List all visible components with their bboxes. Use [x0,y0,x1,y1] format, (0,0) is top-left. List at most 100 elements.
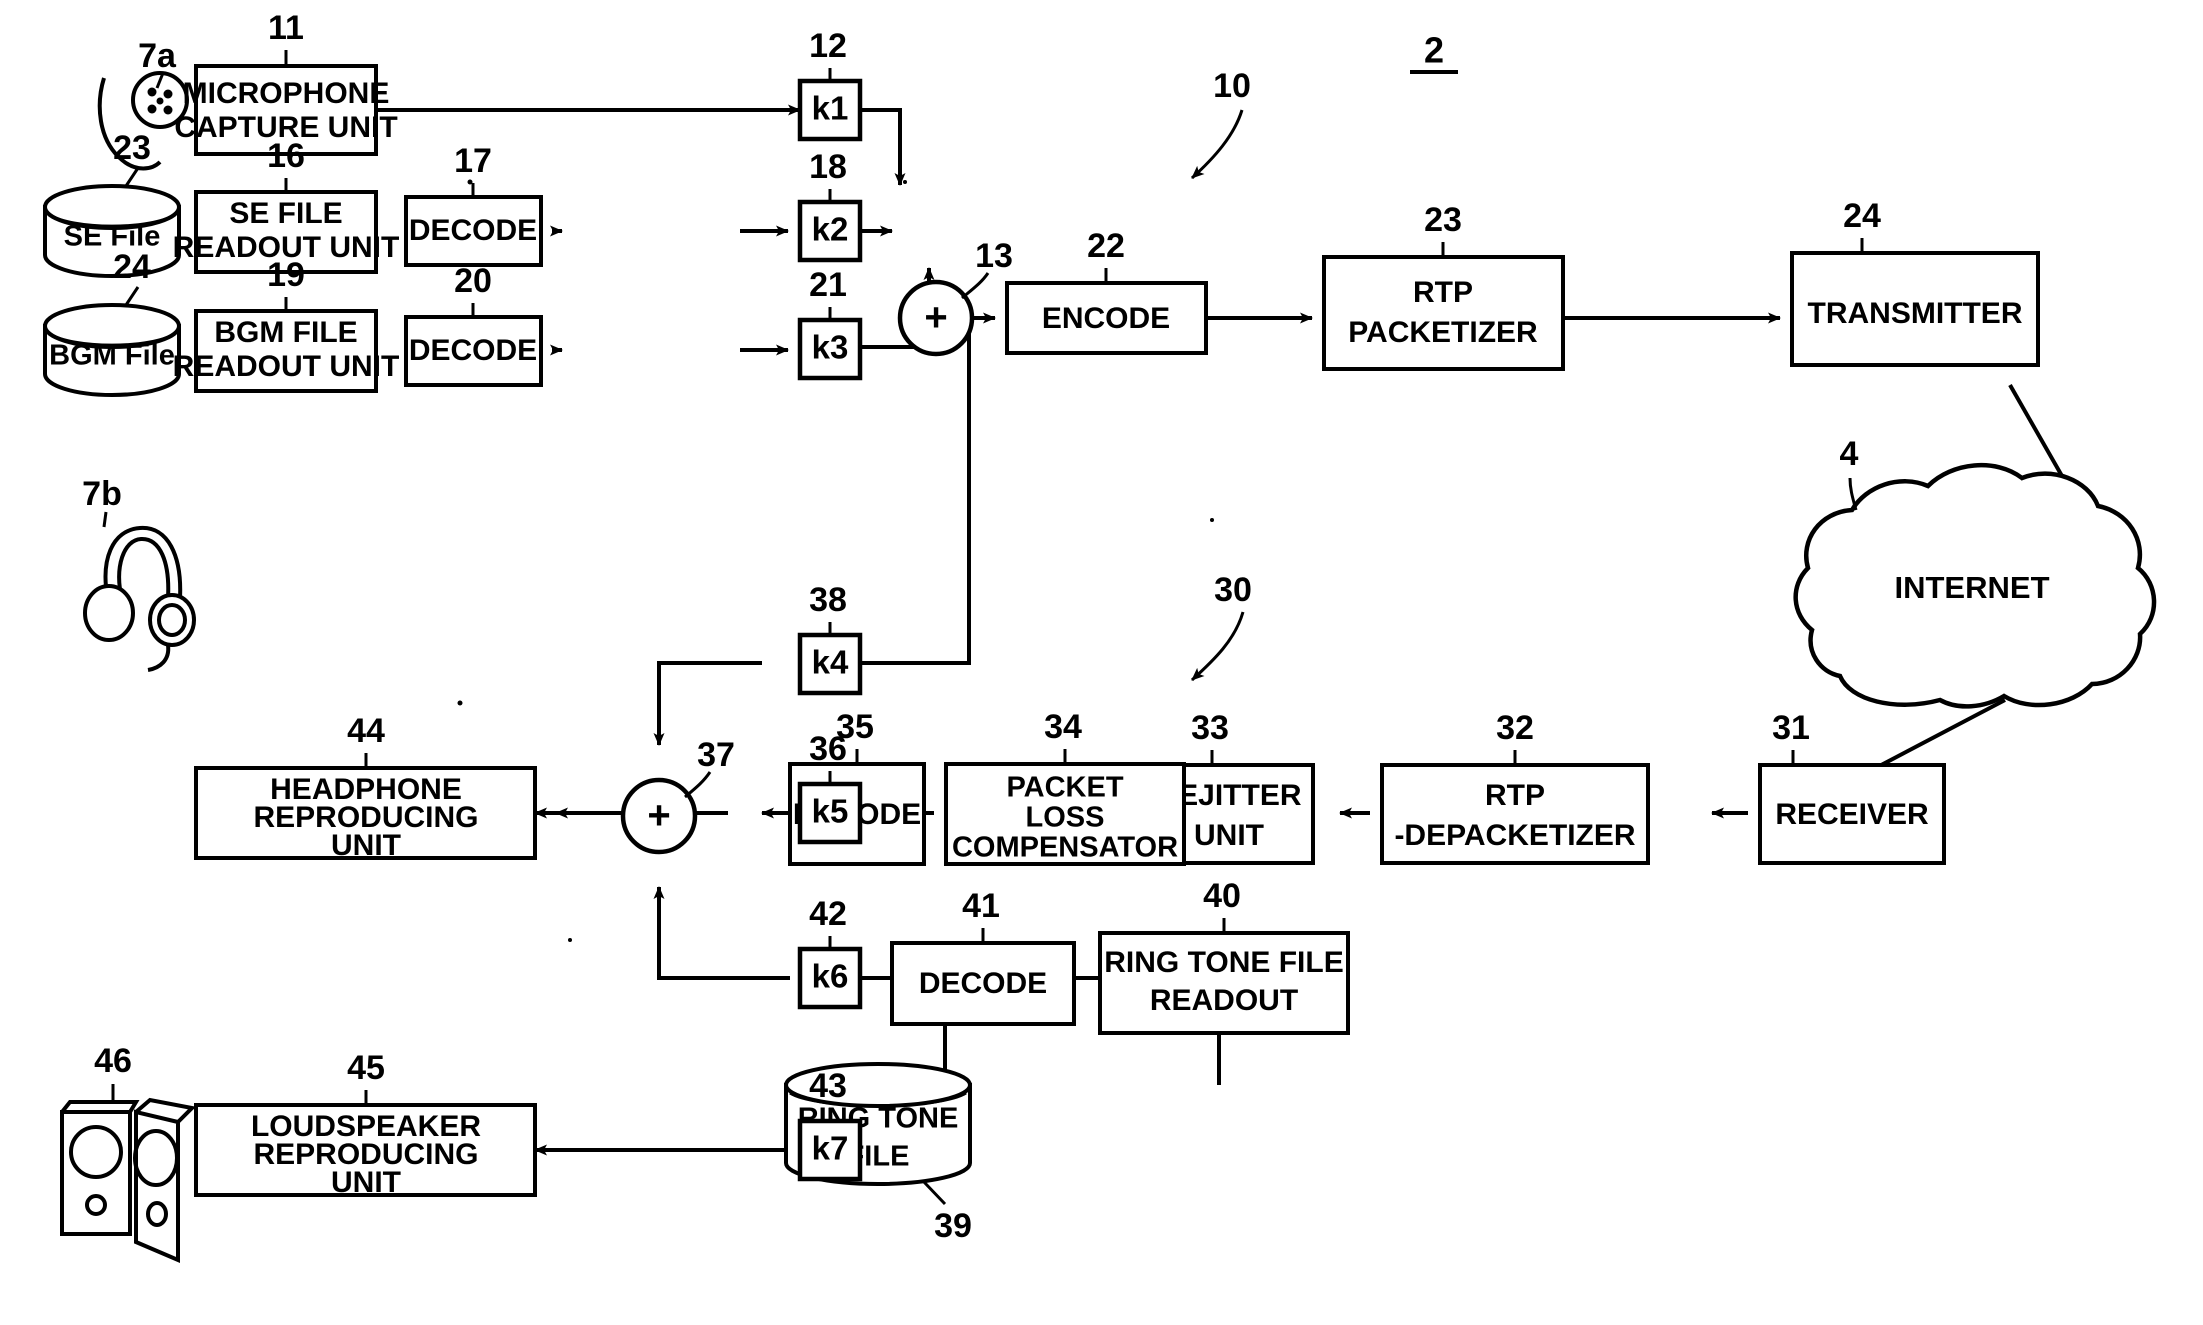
block-decode-20[interactable]: DECODE [404,315,543,387]
block-bgm-file-readout-unit[interactable]: BGM FILE READOUT UNIT [173,309,400,393]
block-decode-41[interactable]: DECODE [890,941,1076,1026]
loudspeaker-icon [60,1097,197,1264]
gain-k6-label: k6 [812,958,849,995]
ref-19: 19 [267,256,305,294]
leader-37 [684,771,712,799]
block-34-line2: LOSS [1026,802,1105,834]
leader-13 [961,272,990,300]
ref-45: 45 [347,1049,385,1087]
headphone-icon [83,525,196,672]
gain-block-k5[interactable]: k5 [797,781,863,845]
ref-40: 40 [1203,877,1241,915]
block-rtp-packetizer[interactable]: RTP PACKETIZER [1322,255,1565,371]
ref-46: 46 [94,1042,132,1080]
block-packet-loss-compensator[interactable]: PACKET LOSS COMPENSATOR [944,762,1186,866]
block-22-label: ENCODE [1042,302,1170,335]
ref-32: 32 [1496,709,1534,747]
adder-37[interactable]: + [620,777,698,855]
ref-33: 33 [1191,709,1229,747]
store-se-file: SE File [43,184,181,278]
leader-7b [102,511,108,528]
block-ring-tone-file-readout[interactable]: RING TONE FILE READOUT [1098,931,1350,1035]
patent-figure-canvas: 7a 7b 46 SE File 23 BGM File 24 RING TON… [0,0,2203,1325]
leader-10 [1190,109,1244,180]
internet-cloud: INTERNET [1793,462,2157,709]
ref-18: 18 [809,148,847,186]
ref-7b: 7b [82,475,122,513]
block-11-line1: MICROPHONE [183,77,390,110]
block-diagram: 7a 7b 46 SE File 23 BGM File 24 RING TON… [43,9,2157,1264]
store-bgm-file: BGM File [43,303,181,397]
ref-24-store: 24 [113,248,151,286]
block-19-line1: BGM FILE [214,316,357,349]
block-34-line3: COMPENSATOR [952,832,1178,864]
ref-39: 39 [934,1207,972,1245]
block-32-line2: -DEPACKETIZER [1394,819,1635,852]
gain-k4-label: k4 [812,644,849,681]
block-31-label: RECEIVER [1775,798,1929,831]
block-decode-17[interactable]: DECODE [404,195,543,267]
block-40-line1: RING TONE FILE [1104,946,1343,979]
ref-16: 16 [267,137,305,175]
ref-38: 38 [809,581,847,619]
ref-42: 42 [809,895,847,933]
block-23-line2: PACKETIZER [1348,316,1538,349]
ref-11: 11 [268,9,304,47]
ref-22: 22 [1087,227,1125,265]
leader-23-store [124,167,140,187]
ref-31: 31 [1772,709,1810,747]
gain-k3-label: k3 [812,329,849,366]
ref-4: 4 [1840,435,1859,473]
gain-k5-label: k5 [812,793,849,830]
block-33-line2: UNIT [1194,819,1264,852]
ref-17: 17 [454,142,492,180]
gain-k7-label: k7 [812,1130,849,1167]
gain-k2-label: k2 [812,211,849,248]
gain-block-k3[interactable]: k3 [797,317,863,381]
ref-41: 41 [962,887,1000,925]
block-34-line1: PACKET [1006,772,1123,804]
gain-block-k2[interactable]: k2 [797,199,863,263]
block-24-label: TRANSMITTER [1808,297,2023,330]
block-23-line1: RTP [1413,276,1473,309]
leader-39 [922,1180,947,1206]
adder-37-symbol: + [647,794,670,838]
block-41-label: DECODE [919,967,1047,1000]
block-19-line2: READOUT UNIT [173,350,400,383]
block-40-line2: READOUT [1150,984,1298,1017]
leader-30 [1190,611,1245,682]
block-encode-22[interactable]: ENCODE [1005,281,1208,355]
ref-23: 23 [1424,201,1462,239]
ref-20: 20 [454,262,492,300]
gain-block-k1[interactable]: k1 [797,78,863,142]
block-receiver[interactable]: RECEIVER [1758,763,1946,865]
ref-7a: 7a [138,37,177,75]
ref-transmit-side-10: 10 [1213,67,1251,105]
gain-block-k7[interactable]: k7 [797,1118,863,1182]
block-rtp-depacketizer[interactable]: RTP -DEPACKETIZER [1380,763,1650,865]
ref-34: 34 [1044,708,1082,746]
block-17-label: DECODE [409,214,537,247]
gain-block-k4[interactable]: k4 [797,632,863,696]
block-transmitter[interactable]: TRANSMITTER [1790,251,2040,367]
store-bgm-file-label: BGM File [49,340,175,372]
adder-13[interactable]: + [897,279,975,357]
ref-37: 37 [697,736,735,774]
leader-24-store [124,286,140,306]
ref-43: 43 [809,1067,847,1105]
ref-12: 12 [809,27,847,65]
block-32-line1: RTP [1485,779,1545,812]
ref-system-2: 2 [1424,30,1444,71]
gain-k1-label: k1 [812,90,849,127]
ref-44: 44 [347,712,385,750]
internet-label: INTERNET [1895,570,2050,605]
wire-k4-to-adder37 [653,661,762,746]
ref-receive-side-30: 30 [1214,571,1252,609]
adder-13-symbol: + [924,296,947,340]
block-loudspeaker-reproducing-unit[interactable]: LOUDSPEAKER REPRODUCING UNIT [194,1103,537,1199]
ref-24: 24 [1843,197,1881,235]
wire-k6-to-adder37 [653,886,790,980]
block-headphone-reproducing-unit[interactable]: HEADPHONE REPRODUCING UNIT [194,766,537,862]
gain-block-k6[interactable]: k6 [797,946,863,1010]
block-20-label: DECODE [409,334,537,367]
